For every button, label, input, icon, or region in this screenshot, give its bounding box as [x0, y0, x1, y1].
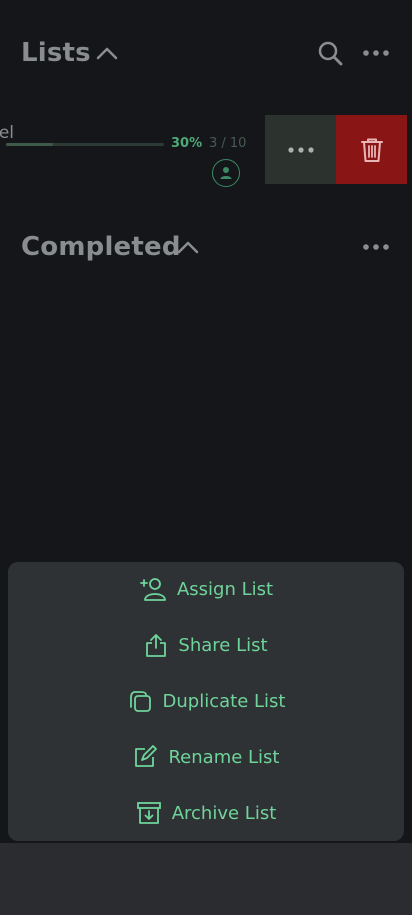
list-name: el [0, 123, 14, 143]
archive-list-button[interactable]: Archive List [8, 789, 404, 837]
completed-more-icon[interactable] [361, 232, 391, 262]
duplicate-icon [129, 691, 151, 712]
rename-list-label: Rename List [168, 746, 280, 768]
lists-header: Lists [0, 0, 412, 108]
progress-count: 3 / 10 [209, 136, 247, 151]
archive-icon [136, 802, 161, 824]
assignee-avatar-icon[interactable] [212, 159, 240, 187]
duplicate-list-button[interactable]: Duplicate List [8, 677, 404, 725]
completed-title: Completed [21, 232, 181, 262]
progress-bar [6, 143, 164, 146]
assign-list-label: Assign List [176, 578, 274, 600]
progress-fill [6, 143, 54, 146]
more-options-icon[interactable] [361, 38, 391, 68]
bottom-bar [0, 843, 412, 915]
share-list-label: Share List [178, 634, 268, 656]
share-list-button[interactable]: Share List [8, 621, 404, 669]
rename-list-button[interactable]: Rename List [8, 733, 404, 781]
archive-list-label: Archive List [171, 802, 277, 824]
row-more-button[interactable] [265, 115, 336, 184]
trash-icon [360, 138, 383, 162]
progress-percent: 30% [171, 136, 203, 151]
chevron-up-icon[interactable] [95, 42, 119, 66]
chevron-up-icon[interactable] [176, 236, 200, 260]
app-screen: Lists el 30% 3 / 10 Completed Assign Lis… [0, 0, 412, 915]
more-dots-icon [287, 146, 314, 153]
search-icon[interactable] [315, 38, 345, 68]
rename-icon [135, 745, 158, 767]
list-actions-sheet: Assign List Share List Duplicate List Re… [8, 562, 404, 841]
lists-title: Lists [21, 38, 91, 68]
row-delete-button[interactable] [336, 115, 407, 184]
list-row[interactable]: el 30% 3 / 10 [0, 113, 265, 187]
duplicate-list-label: Duplicate List [162, 690, 286, 712]
share-icon [146, 634, 167, 657]
assign-user-icon [140, 578, 166, 601]
assign-list-button[interactable]: Assign List [8, 565, 404, 613]
